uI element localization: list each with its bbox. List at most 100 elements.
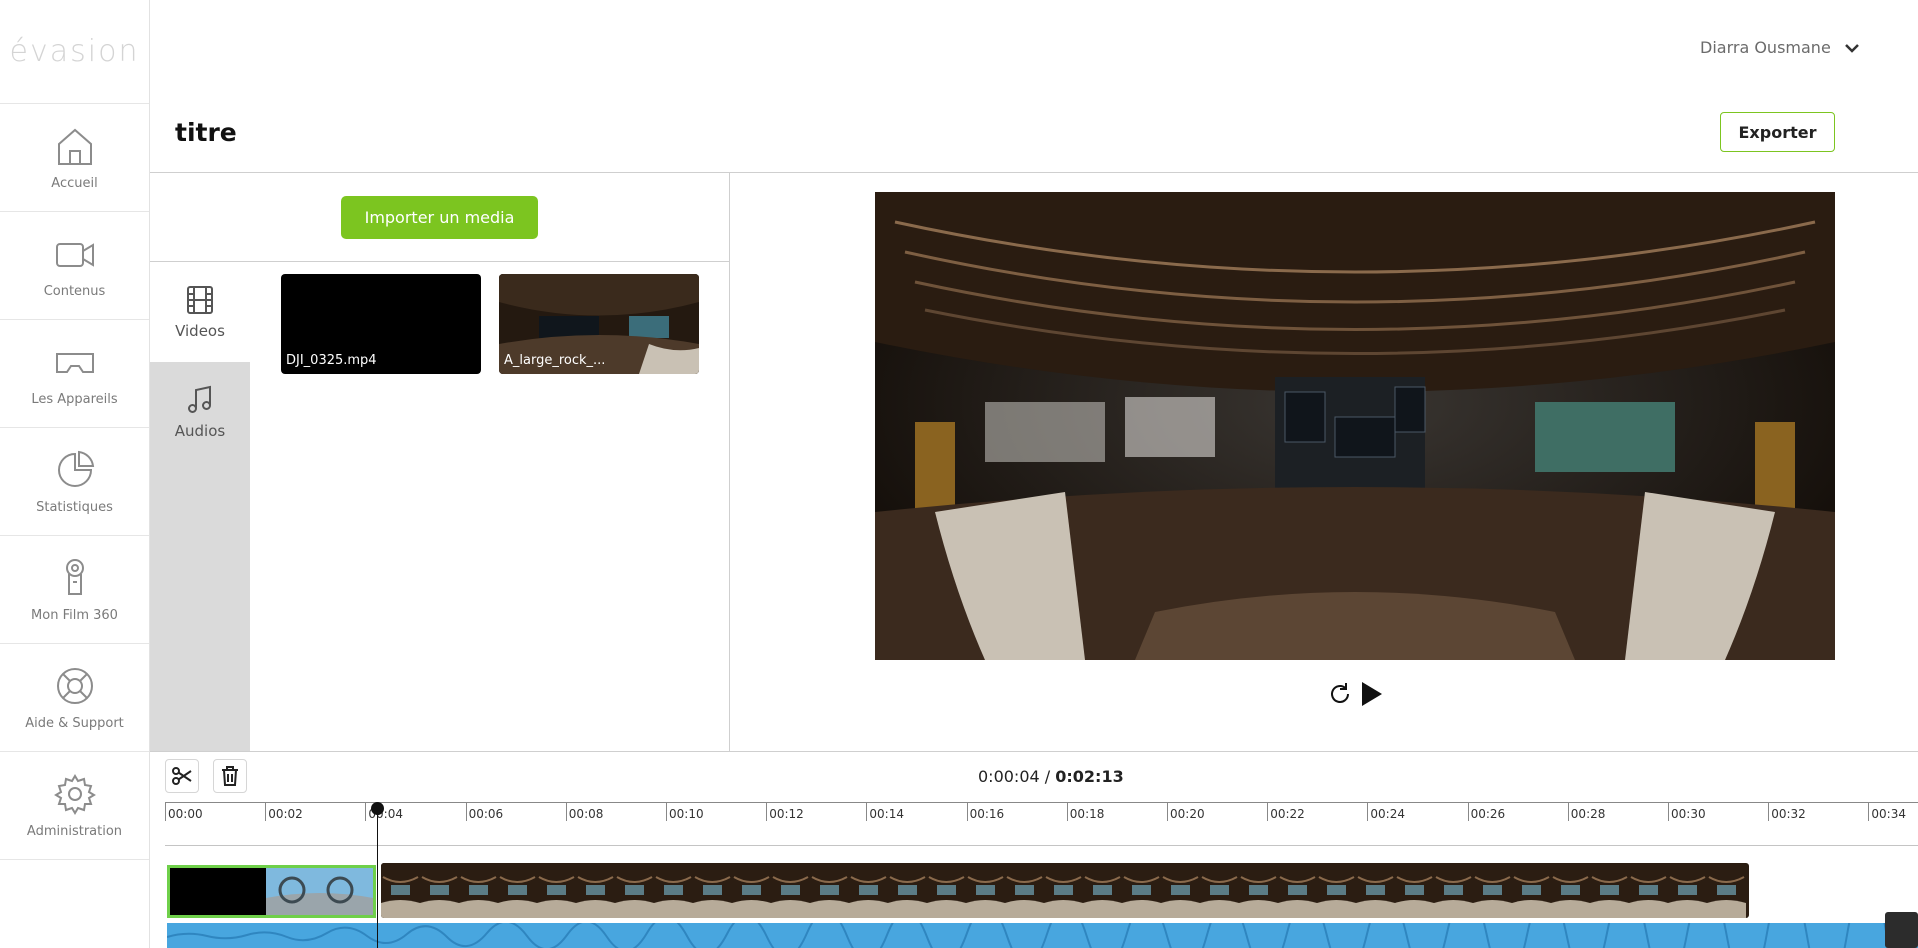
sidebar: évasion Accueil Contenus Les Appareils S… — [0, 0, 150, 948]
player-controls — [1326, 680, 1384, 708]
page-title[interactable]: titre — [175, 118, 237, 147]
audio-waveform — [167, 923, 1918, 948]
sidebar-item-contenus[interactable]: Contenus — [0, 212, 149, 320]
lifebuoy-icon — [56, 668, 93, 704]
ruler-tick — [1668, 803, 1669, 821]
ruler-tick-label: 00:34 — [1871, 807, 1906, 821]
trash-icon — [222, 766, 238, 786]
tab-label: Videos — [175, 322, 225, 340]
sidebar-item-label: Administration — [26, 824, 123, 839]
corner-button[interactable] — [1885, 912, 1918, 948]
sidebar-item-mon-film-360[interactable]: Mon Film 360 — [0, 536, 149, 644]
ruler-tick-label: 00:10 — [669, 807, 704, 821]
timeline-clip[interactable] — [381, 863, 1749, 918]
timecode: 0:00:04 / 0:02:13 — [978, 767, 1124, 786]
cut-button[interactable] — [165, 759, 199, 793]
sidebar-item-appareils[interactable]: Les Appareils — [0, 320, 149, 428]
video-camera-icon — [55, 243, 94, 267]
ruler-tick — [766, 803, 768, 821]
ruler-tick-label: 00:30 — [1671, 807, 1706, 821]
camera-360-icon — [65, 559, 84, 595]
ruler-tick — [565, 803, 567, 821]
delete-button[interactable] — [213, 759, 247, 793]
sidebar-item-administration[interactable]: Administration — [0, 752, 149, 860]
divider — [165, 845, 1918, 846]
play-icon[interactable] — [1358, 680, 1384, 708]
ruler-tick — [1567, 803, 1569, 821]
user-name: Diarra Ousmane — [1700, 38, 1831, 57]
music-note-icon — [188, 385, 211, 413]
ruler-tick — [1367, 803, 1369, 821]
tab-audios[interactable]: Audios — [150, 362, 250, 462]
user-menu[interactable]: Diarra Ousmane — [1700, 38, 1861, 57]
timeline-clip[interactable] — [167, 865, 376, 918]
vr-headset-icon — [55, 353, 94, 373]
current-time: 0:00:04 — [978, 767, 1040, 786]
ruler-tick-label: 00:22 — [1270, 807, 1305, 821]
ruler-tick-label: 00:28 — [1570, 807, 1606, 821]
media-tabs: Videos Audios — [150, 262, 250, 751]
total-time: 0:02:13 — [1055, 767, 1124, 786]
ruler-tick — [465, 803, 467, 821]
sidebar-item-accueil[interactable]: Accueil — [0, 104, 149, 212]
ruler-tick — [1066, 803, 1068, 821]
ruler-tick-label: 00:02 — [268, 807, 303, 821]
tab-label: Audios — [174, 422, 226, 440]
replay-icon[interactable] — [1326, 680, 1354, 708]
media-item-name: DJI_0325.mp4 — [286, 353, 377, 368]
home-icon — [57, 128, 92, 165]
video-preview[interactable] — [875, 192, 1835, 660]
sidebar-item-label: Mon Film 360 — [31, 608, 118, 623]
ruler-tick — [1768, 803, 1770, 821]
ruler-tick — [866, 803, 868, 821]
audio-track[interactable] — [167, 923, 1918, 948]
video-editor-app: évasion Accueil Contenus Les Appareils S… — [0, 0, 1918, 948]
ruler-tick-label: 00:24 — [1370, 807, 1405, 821]
chevron-down-icon — [1844, 43, 1859, 53]
ruler-tick-label: 00:20 — [1170, 807, 1205, 821]
ruler-tick — [165, 803, 166, 821]
ruler-tick — [666, 803, 667, 821]
media-item-name: A_large_rock_... — [504, 353, 606, 368]
sidebar-item-label: Contenus — [43, 284, 106, 299]
ruler-tick — [365, 803, 367, 821]
ruler-tick-label: 00:26 — [1470, 807, 1506, 821]
ruler-tick-label: 00:12 — [769, 807, 804, 821]
sidebar-item-statistiques[interactable]: Statistiques — [0, 428, 149, 536]
clip-thumbnails — [381, 863, 1746, 918]
pie-chart-icon — [57, 450, 94, 487]
clip-thumbnails — [170, 868, 373, 915]
export-button[interactable]: Exporter — [1720, 112, 1835, 152]
timeline-ruler[interactable]: 00:00 00:02 00:04 00:06 00:08 00:10 00:12 00:14… — [165, 802, 1918, 824]
divider — [150, 751, 1918, 752]
ruler-tick-label: 00:18 — [1069, 807, 1105, 821]
playhead-handle[interactable] — [371, 802, 384, 815]
sidebar-item-label: Les Appareils — [31, 392, 118, 407]
gear-icon — [53, 774, 96, 815]
ruler-tick-label: 00:16 — [969, 807, 1005, 821]
ruler-tick-label: 00:06 — [468, 807, 504, 821]
sidebar-item-label: Accueil — [51, 176, 98, 191]
tab-videos[interactable]: Videos — [150, 262, 250, 362]
ruler-tick-label: 00:00 — [168, 807, 203, 821]
import-media-button[interactable]: Importer un media — [341, 196, 538, 239]
ruler-tick — [265, 803, 267, 821]
time-separator: / — [1039, 767, 1056, 786]
ruler-tick — [1868, 803, 1870, 821]
sidebar-item-label: Aide & Support — [25, 716, 124, 731]
ruler-tick — [1467, 803, 1469, 821]
app-logo[interactable]: évasion — [0, 0, 149, 104]
scissors-icon — [172, 767, 192, 785]
ruler-tick — [966, 803, 968, 821]
sidebar-item-aide-support[interactable]: Aide & Support — [0, 644, 149, 752]
media-item[interactable]: DJI_0325.mp4 — [281, 274, 481, 374]
ruler-tick-label: 00:32 — [1771, 807, 1806, 821]
ruler-tick — [1267, 803, 1269, 821]
media-item[interactable]: A_large_rock_... — [499, 274, 699, 374]
playhead[interactable] — [377, 806, 378, 948]
film-icon — [187, 286, 213, 314]
sidebar-item-label: Statistiques — [36, 500, 113, 515]
ruler-tick — [1167, 803, 1168, 821]
media-panel: Importer un media Videos Audios DJI_0325… — [150, 173, 730, 751]
preview-frame — [875, 192, 1835, 660]
